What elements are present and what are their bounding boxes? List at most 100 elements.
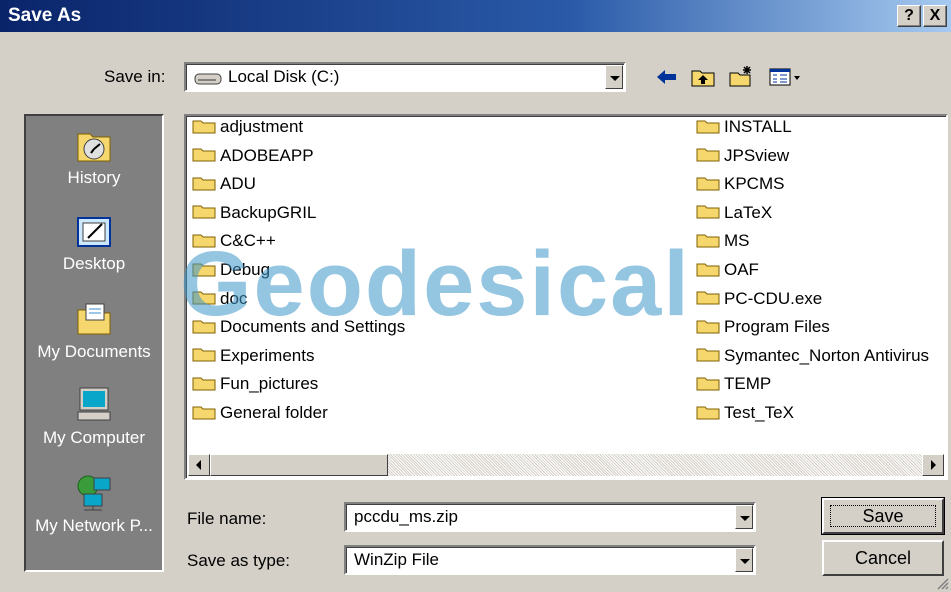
desktop-icon (77, 217, 111, 247)
file-item-label: Experiments (220, 345, 315, 365)
file-name-label: File name: (187, 509, 267, 528)
save-type-combo[interactable]: WinZip File (344, 545, 756, 575)
help-button[interactable]: ? (897, 5, 921, 27)
file-item-label: INSTALL (724, 117, 792, 136)
file-list-item[interactable]: Program Files (696, 317, 830, 341)
focus-rect (830, 505, 936, 527)
folder-icon (696, 348, 720, 362)
file-list-item[interactable]: MS (696, 231, 750, 255)
file-item-label: Symantec_Norton Antivirus (724, 345, 930, 365)
file-list-item[interactable]: OAF (696, 260, 759, 284)
folder-icon (696, 263, 720, 277)
save-in-combo[interactable]: Local Disk (C:) (184, 62, 626, 92)
resize-grip-icon[interactable] (935, 576, 949, 590)
file-list-item[interactable]: JPSview (696, 146, 789, 170)
network-places-icon (77, 475, 111, 511)
file-list[interactable]: adjustment ADOBEAPP ADU BackupGRIL C&C++ Debu… (184, 114, 948, 480)
new-folder-icon[interactable] (728, 65, 754, 89)
horizontal-scrollbar[interactable] (188, 454, 944, 476)
file-item-label: Debug (220, 260, 271, 279)
file-item-label: Fun_pictures (220, 374, 319, 394)
place-my-documents[interactable]: My Documents (26, 298, 162, 362)
place-label: Desktop (62, 254, 126, 273)
folder-icon (696, 148, 720, 162)
file-item-label: General folder (220, 403, 328, 422)
file-name-value[interactable]: pccdu_ms.zip (354, 507, 458, 527)
file-item-label: Test_TeX (724, 403, 794, 422)
folder-icon (192, 320, 216, 334)
history-icon (77, 133, 111, 162)
file-list-item[interactable]: Experiments (192, 346, 314, 370)
folder-icon (192, 406, 216, 420)
file-list-item[interactable]: doc (192, 289, 247, 313)
folder-icon (192, 291, 216, 305)
file-list-item[interactable]: Test_TeX (696, 403, 794, 427)
cancel-button-label: Cancel (854, 548, 912, 568)
file-name-dropdown-button[interactable] (735, 505, 753, 529)
folder-icon (192, 263, 216, 277)
arrow-left-icon (196, 460, 201, 470)
file-item-label: adjustment (220, 117, 304, 136)
folder-icon (696, 234, 720, 248)
file-item-label: PC-CDU.exe (724, 288, 823, 308)
file-item-label: ADU (220, 174, 256, 194)
save-in-dropdown-button[interactable] (605, 65, 623, 89)
file-list-item[interactable]: KPCMS (696, 174, 784, 198)
place-history[interactable]: History (26, 124, 162, 188)
local-disk-icon (194, 73, 222, 85)
file-list-item[interactable]: INSTALL (696, 117, 792, 141)
places-bar: History Desktop My Documents My Computer (24, 114, 164, 572)
file-name-combo[interactable]: pccdu_ms.zip (344, 502, 756, 532)
save-type-dropdown-button[interactable] (735, 548, 753, 572)
file-list-item[interactable]: BackupGRIL (192, 203, 316, 227)
folder-icon (696, 177, 720, 191)
place-label: My Network P... (35, 516, 153, 535)
folder-icon (696, 291, 720, 305)
file-list-item[interactable]: PC-CDU.exe (696, 289, 822, 313)
file-list-item[interactable]: Fun_pictures (192, 374, 318, 398)
folder-icon (192, 234, 216, 248)
file-list-item[interactable]: General folder (192, 403, 328, 427)
close-button[interactable]: X (923, 5, 947, 27)
folder-icon (696, 377, 720, 391)
place-desktop[interactable]: Desktop (26, 210, 162, 274)
file-list-item[interactable]: ADOBEAPP (192, 146, 314, 170)
file-item-label: doc (220, 288, 248, 308)
folder-icon (696, 406, 720, 420)
scroll-left-button[interactable] (188, 454, 210, 476)
file-item-label: KPCMS (724, 174, 785, 194)
file-list-item[interactable]: Documents and Settings (192, 317, 405, 341)
file-list-item[interactable]: LaTeX (696, 203, 772, 227)
folder-icon (696, 205, 720, 219)
file-list-item[interactable]: C&C++ (192, 231, 276, 255)
scroll-thumb[interactable] (210, 454, 388, 476)
file-list-item[interactable]: Debug (192, 260, 270, 284)
my-documents-icon (77, 303, 111, 335)
folder-icon (192, 205, 216, 219)
folder-icon (696, 120, 720, 134)
file-item-label: C&C++ (220, 231, 276, 251)
cancel-button[interactable]: Cancel (822, 540, 944, 576)
save-in-value: Local Disk (C:) (228, 67, 340, 86)
folder-icon (192, 148, 216, 162)
file-list-item[interactable]: Symantec_Norton Antivirus (696, 346, 929, 370)
file-item-label: BackupGRIL (220, 202, 317, 222)
back-arrow-icon[interactable] (654, 65, 680, 89)
folder-icon (192, 348, 216, 362)
folder-icon (192, 120, 216, 134)
arrow-right-icon (931, 460, 936, 470)
title-bar[interactable]: Save As ? X (0, 0, 951, 32)
view-menu-icon[interactable] (768, 65, 804, 89)
file-list-item[interactable]: ADU (192, 174, 256, 198)
file-item-label: OAF (724, 260, 759, 279)
file-item-label: Program Files (724, 317, 830, 337)
file-list-item[interactable]: adjustment (192, 117, 303, 141)
file-list-item[interactable]: TEMP (696, 374, 771, 398)
file-item-label: TEMP (724, 374, 772, 394)
file-item-label: Documents and Settings (220, 317, 406, 337)
scroll-right-button[interactable] (922, 454, 944, 476)
place-my-computer[interactable]: My Computer (26, 384, 162, 448)
save-button[interactable]: Save (821, 497, 945, 535)
up-folder-icon[interactable] (690, 65, 716, 89)
place-network[interactable]: My Network P... (26, 472, 162, 536)
